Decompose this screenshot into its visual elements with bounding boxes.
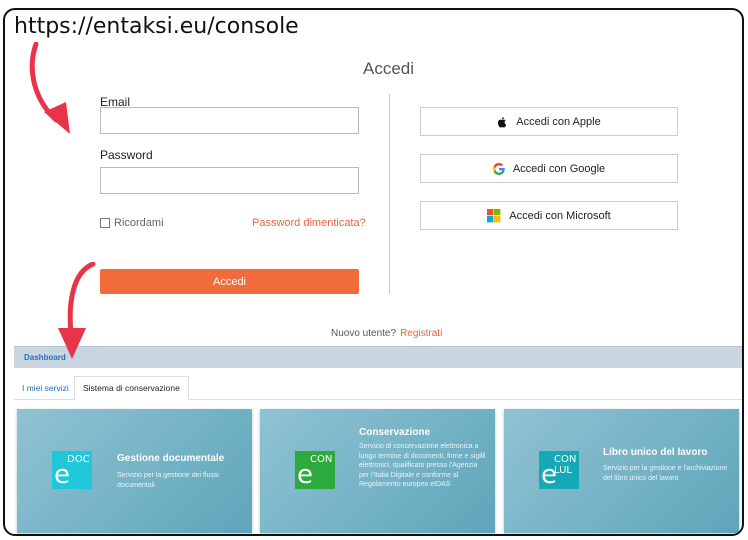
edoc-logo-icon: e DOC [52,451,92,489]
remember-me[interactable]: Ricordami [100,217,164,229]
services-tabs: I miei servizi Sistema di conservazione [14,376,742,400]
microsoft-login-button[interactable]: Accedi con Microsoft [420,201,678,230]
card-description: Servizio per la gestione e l'archiviazio… [603,465,728,482]
register-link[interactable]: Registrati [400,328,442,339]
apple-login-button[interactable]: Accedi con Apple [420,107,678,136]
service-card-labor-book[interactable]: e CON LUL Libro unico del lavoro Servizi… [504,409,739,533]
microsoft-login-label: Accedi con Microsoft [509,209,611,222]
card-title: Conservazione [359,427,431,438]
card-description: Servizio per la gestione dei flussi docu… [117,472,219,489]
annotation-arrow-bottom-icon [58,262,96,359]
econlul-logo-icon: e CON LUL [539,451,579,489]
login-button[interactable]: Accedi [100,269,359,294]
url-annotation: https://entaksi.eu/console [14,14,299,39]
password-field[interactable] [100,167,359,194]
vertical-divider [389,94,390,294]
remember-checkbox[interactable] [100,218,110,228]
microsoft-icon [487,208,501,222]
google-login-button[interactable]: Accedi con Google [420,154,678,183]
remember-label: Ricordami [114,217,164,229]
register-question: Nuovo utente? [331,328,397,339]
service-card-conservation[interactable]: e CON Conservazione Servizio di conserva… [260,409,495,533]
screenshot-frame: Accedi Email Password Ricordami Password… [3,8,744,536]
card-title: Gestione documentale [117,453,225,464]
login-title: Accedi [363,59,415,78]
econ-logo-icon: e CON [295,451,335,489]
register-prompt: Nuovo utente? Registrati [331,328,442,339]
password-label: Password [100,148,153,162]
apple-icon [498,116,507,128]
google-icon [492,162,505,175]
apple-login-label: Accedi con Apple [516,115,601,128]
card-title: Libro unico del lavoro [603,447,708,458]
breadcrumb-bar: Dashboard [14,346,742,368]
email-field[interactable] [100,107,359,134]
service-card-document-management[interactable]: e DOC Gestione documentale Servizio per … [17,409,252,533]
tab-my-services[interactable]: I miei servizi [14,376,77,400]
card-description: Servizio di conservazione elettronica a … [359,443,486,488]
annotation-arrow-top-icon [29,42,70,134]
google-login-label: Accedi con Google [512,162,606,175]
tab-conservation-system[interactable]: Sistema di conservazione [74,376,189,400]
forgot-password-link[interactable]: Password dimenticata? [252,217,366,229]
